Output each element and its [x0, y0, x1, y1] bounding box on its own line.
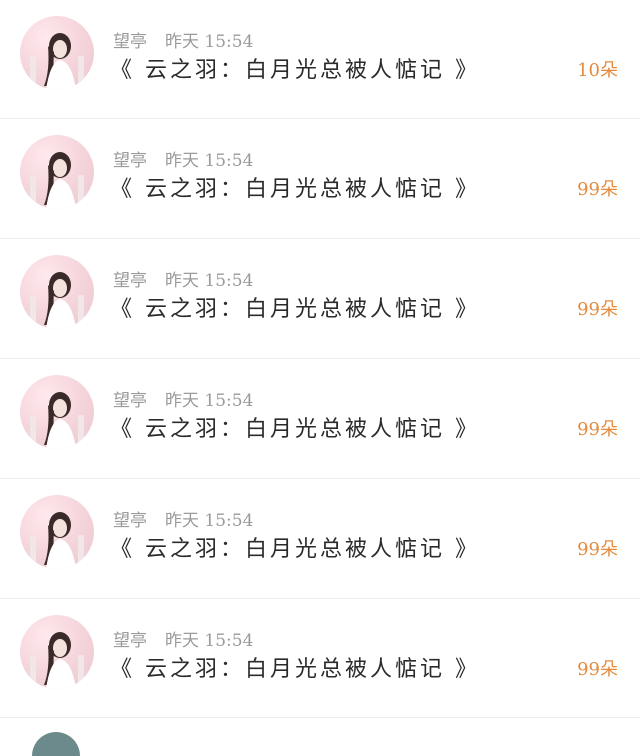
entry-meta: 望亭 昨天 15:54	[113, 146, 253, 171]
gift-count: 99朵	[577, 299, 618, 320]
next-item-avatar-peek	[32, 732, 80, 756]
user-avatar-icon	[30, 272, 84, 329]
entry-meta: 望亭 昨天 15:54	[113, 506, 253, 531]
user-avatar-icon	[30, 152, 84, 209]
list-item[interactable]: 望亭 昨天 15:54 《 云之羽：白月光总被人惦记 》 99朵	[0, 479, 640, 599]
timestamp: 昨天 15:54	[165, 151, 254, 171]
gift-record-list: 望亭 昨天 15:54 《 云之羽：白月光总被人惦记 》 10朵 望亭 昨天 15:…	[0, 0, 640, 718]
entry-meta: 望亭 昨天 15:54	[113, 27, 253, 52]
username[interactable]: 望亭	[113, 32, 147, 52]
avatar[interactable]	[20, 375, 94, 449]
avatar[interactable]	[20, 135, 94, 209]
gift-count: 10朵	[577, 60, 618, 81]
entry-meta: 望亭 昨天 15:54	[113, 386, 253, 411]
gift-count: 99朵	[577, 539, 618, 560]
timestamp: 昨天 15:54	[165, 391, 254, 411]
username[interactable]: 望亭	[113, 511, 147, 531]
username[interactable]: 望亭	[113, 631, 147, 651]
work-title[interactable]: 《 云之羽：白月光总被人惦记 》	[110, 52, 480, 84]
list-item[interactable]: 望亭 昨天 15:54 《 云之羽：白月光总被人惦记 》 99朵	[0, 599, 640, 718]
timestamp: 昨天 15:54	[165, 32, 254, 52]
divider	[0, 717, 640, 718]
avatar[interactable]	[20, 255, 94, 329]
timestamp: 昨天 15:54	[165, 511, 254, 531]
gift-count: 99朵	[577, 179, 618, 200]
timestamp: 昨天 15:54	[165, 631, 254, 651]
avatar[interactable]	[20, 615, 94, 689]
timestamp: 昨天 15:54	[165, 271, 254, 291]
list-item[interactable]: 望亭 昨天 15:54 《 云之羽：白月光总被人惦记 》 99朵	[0, 239, 640, 359]
list-item[interactable]: 望亭 昨天 15:54 《 云之羽：白月光总被人惦记 》 10朵	[0, 0, 640, 119]
work-title[interactable]: 《 云之羽：白月光总被人惦记 》	[110, 411, 480, 443]
avatar[interactable]	[20, 16, 94, 90]
list-item[interactable]: 望亭 昨天 15:54 《 云之羽：白月光总被人惦记 》 99朵	[0, 359, 640, 479]
user-avatar-icon	[30, 632, 84, 689]
user-avatar-icon	[30, 33, 84, 90]
entry-meta: 望亭 昨天 15:54	[113, 626, 253, 651]
username[interactable]: 望亭	[113, 271, 147, 291]
user-avatar-icon	[30, 512, 84, 569]
username[interactable]: 望亭	[113, 151, 147, 171]
gift-count: 99朵	[577, 419, 618, 440]
work-title[interactable]: 《 云之羽：白月光总被人惦记 》	[110, 531, 480, 563]
entry-meta: 望亭 昨天 15:54	[113, 266, 253, 291]
avatar[interactable]	[20, 495, 94, 569]
username[interactable]: 望亭	[113, 391, 147, 411]
gift-count: 99朵	[577, 659, 618, 680]
work-title[interactable]: 《 云之羽：白月光总被人惦记 》	[110, 171, 480, 203]
work-title[interactable]: 《 云之羽：白月光总被人惦记 》	[110, 651, 480, 683]
user-avatar-icon	[30, 392, 84, 449]
list-item[interactable]: 望亭 昨天 15:54 《 云之羽：白月光总被人惦记 》 99朵	[0, 119, 640, 239]
work-title[interactable]: 《 云之羽：白月光总被人惦记 》	[110, 291, 480, 323]
